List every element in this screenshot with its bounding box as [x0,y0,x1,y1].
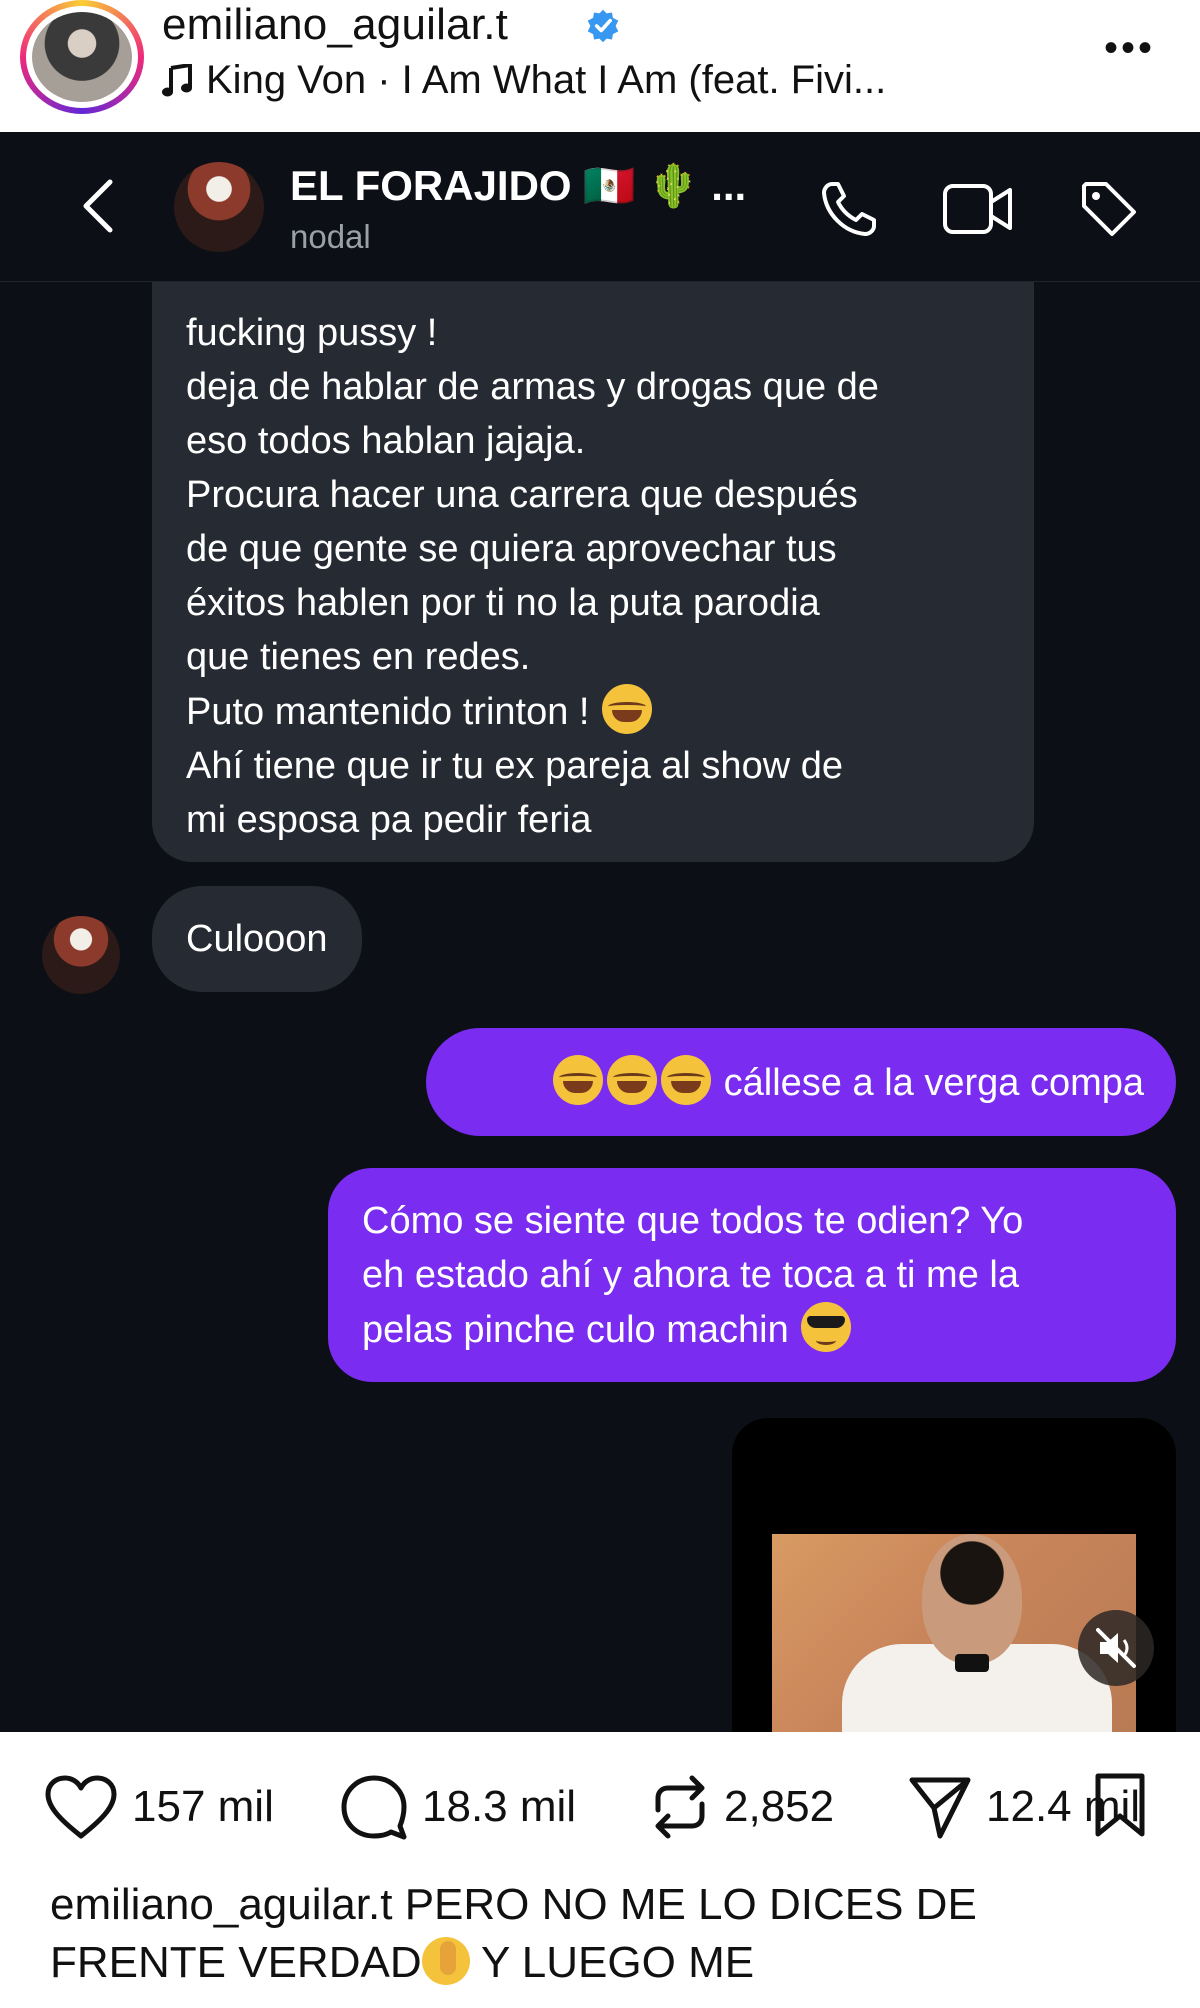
chat-avatar[interactable] [174,162,264,252]
caption-text: PERO NO ME LO DICES DE [404,1880,977,1929]
comment-icon [341,1775,407,1840]
post-caption: emiliano_aguilar.t PERO NO ME LO DICES D… [50,1876,1160,1992]
incoming-message-long[interactable]: fucking pussy ! deja de hablar de armas … [152,282,1034,862]
mute-toggle[interactable] [1078,1610,1154,1686]
caption-text: Y LUEGO ME [469,1938,755,1987]
message-line: Ahí tiene que ir tu ex pareja al show de [186,745,843,787]
incoming-message-short[interactable]: Culooon [152,886,362,992]
message-line-with-emoji: pelas pinche culo machin [362,1302,1142,1357]
music-note-icon [162,63,192,96]
message-text: pelas pinche culo machin [362,1309,789,1351]
message-line: de que gente se quiera aprovechar tus [186,528,837,570]
outgoing-message-1[interactable]: cállese a la verga compa [426,1028,1176,1136]
message-line: éxitos hablen por ti no la puta parodia [186,582,820,624]
comment-count: 18.3 mil [422,1782,577,1831]
message-line: deja de hablar de armas y drogas que de [186,366,879,408]
post-header: emiliano_aguilar.t King Von · I Am What … [0,0,1200,132]
message-text: cállese a la verga compa [723,1062,1144,1104]
like-button[interactable]: 157 mil [44,1774,274,1840]
repost-icon [655,1775,705,1839]
message-text: Puto mantenido trinton ! [186,691,590,733]
more-options-icon[interactable]: ••• [1104,26,1155,71]
back-arrow-icon[interactable] [78,176,118,236]
laughing-emoji-icon [607,1055,658,1105]
laughing-emoji-icon [602,684,653,734]
video-call-icon[interactable] [942,180,1014,238]
phone-call-icon[interactable] [818,178,880,240]
post-actions: 157 mil 18.3 mil 2,852 12.4 mil [0,1732,1200,1882]
speaker-muted-icon [1096,1628,1136,1668]
verified-badge-icon [587,9,619,43]
chat-header: EL FORAJIDO 🇲🇽 🌵 ... nodal [0,132,1200,282]
outgoing-message-2[interactable]: Cómo se siente que todos te odien? Yo eh… [328,1168,1176,1382]
comment-button[interactable]: 18.3 mil [340,1774,576,1840]
message-line: Cómo se siente que todos te odien? Yo [362,1200,1024,1242]
chat-subtitle: nodal [290,218,371,255]
profile-avatar[interactable] [20,0,144,114]
song-title: King Von · I Am What I Am (feat. Fivi... [206,58,887,102]
chat-name[interactable]: EL FORAJIDO 🇲🇽 🌵 ... [290,162,746,211]
facepalm-emoji-icon [421,1937,470,1985]
like-count: 157 mil [132,1782,274,1831]
post-username[interactable]: emiliano_aguilar.t [162,0,508,50]
message-line-with-emoji: Puto mantenido trinton ! [186,684,1000,739]
message-line: mi esposa pa pedir feria [186,799,592,841]
heart-icon [45,1775,117,1839]
laughing-emoji-icon [553,1055,604,1105]
sunglasses-emoji-icon [801,1302,852,1352]
message-line: que tienes en redes. [186,636,531,678]
bookmark-icon[interactable] [1092,1772,1148,1838]
tag-icon[interactable] [1078,178,1140,240]
repost-button[interactable]: 2,852 [650,1774,834,1840]
message-line: eso todos hablan jajaja. [186,420,586,462]
caption-username[interactable]: emiliano_aguilar.t [50,1880,392,1929]
caption-text: FRENTE VERDAD [50,1938,422,1987]
dm-screenshot: EL FORAJIDO 🇲🇽 🌵 ... nodal fucking pussy… [0,132,1200,1732]
repost-count: 2,852 [724,1782,835,1831]
message-line: eh estado ahí y ahora te toca a ti me la [362,1254,1019,1296]
message-line: fucking pussy ! [186,312,438,354]
message-line: Procura hacer una carrera que después [186,474,858,516]
sender-avatar[interactable] [42,916,120,994]
laughing-emoji-icon [661,1055,712,1105]
send-icon [909,1777,971,1839]
audio-track[interactable]: King Von · I Am What I Am (feat. Fivi... [162,58,886,103]
